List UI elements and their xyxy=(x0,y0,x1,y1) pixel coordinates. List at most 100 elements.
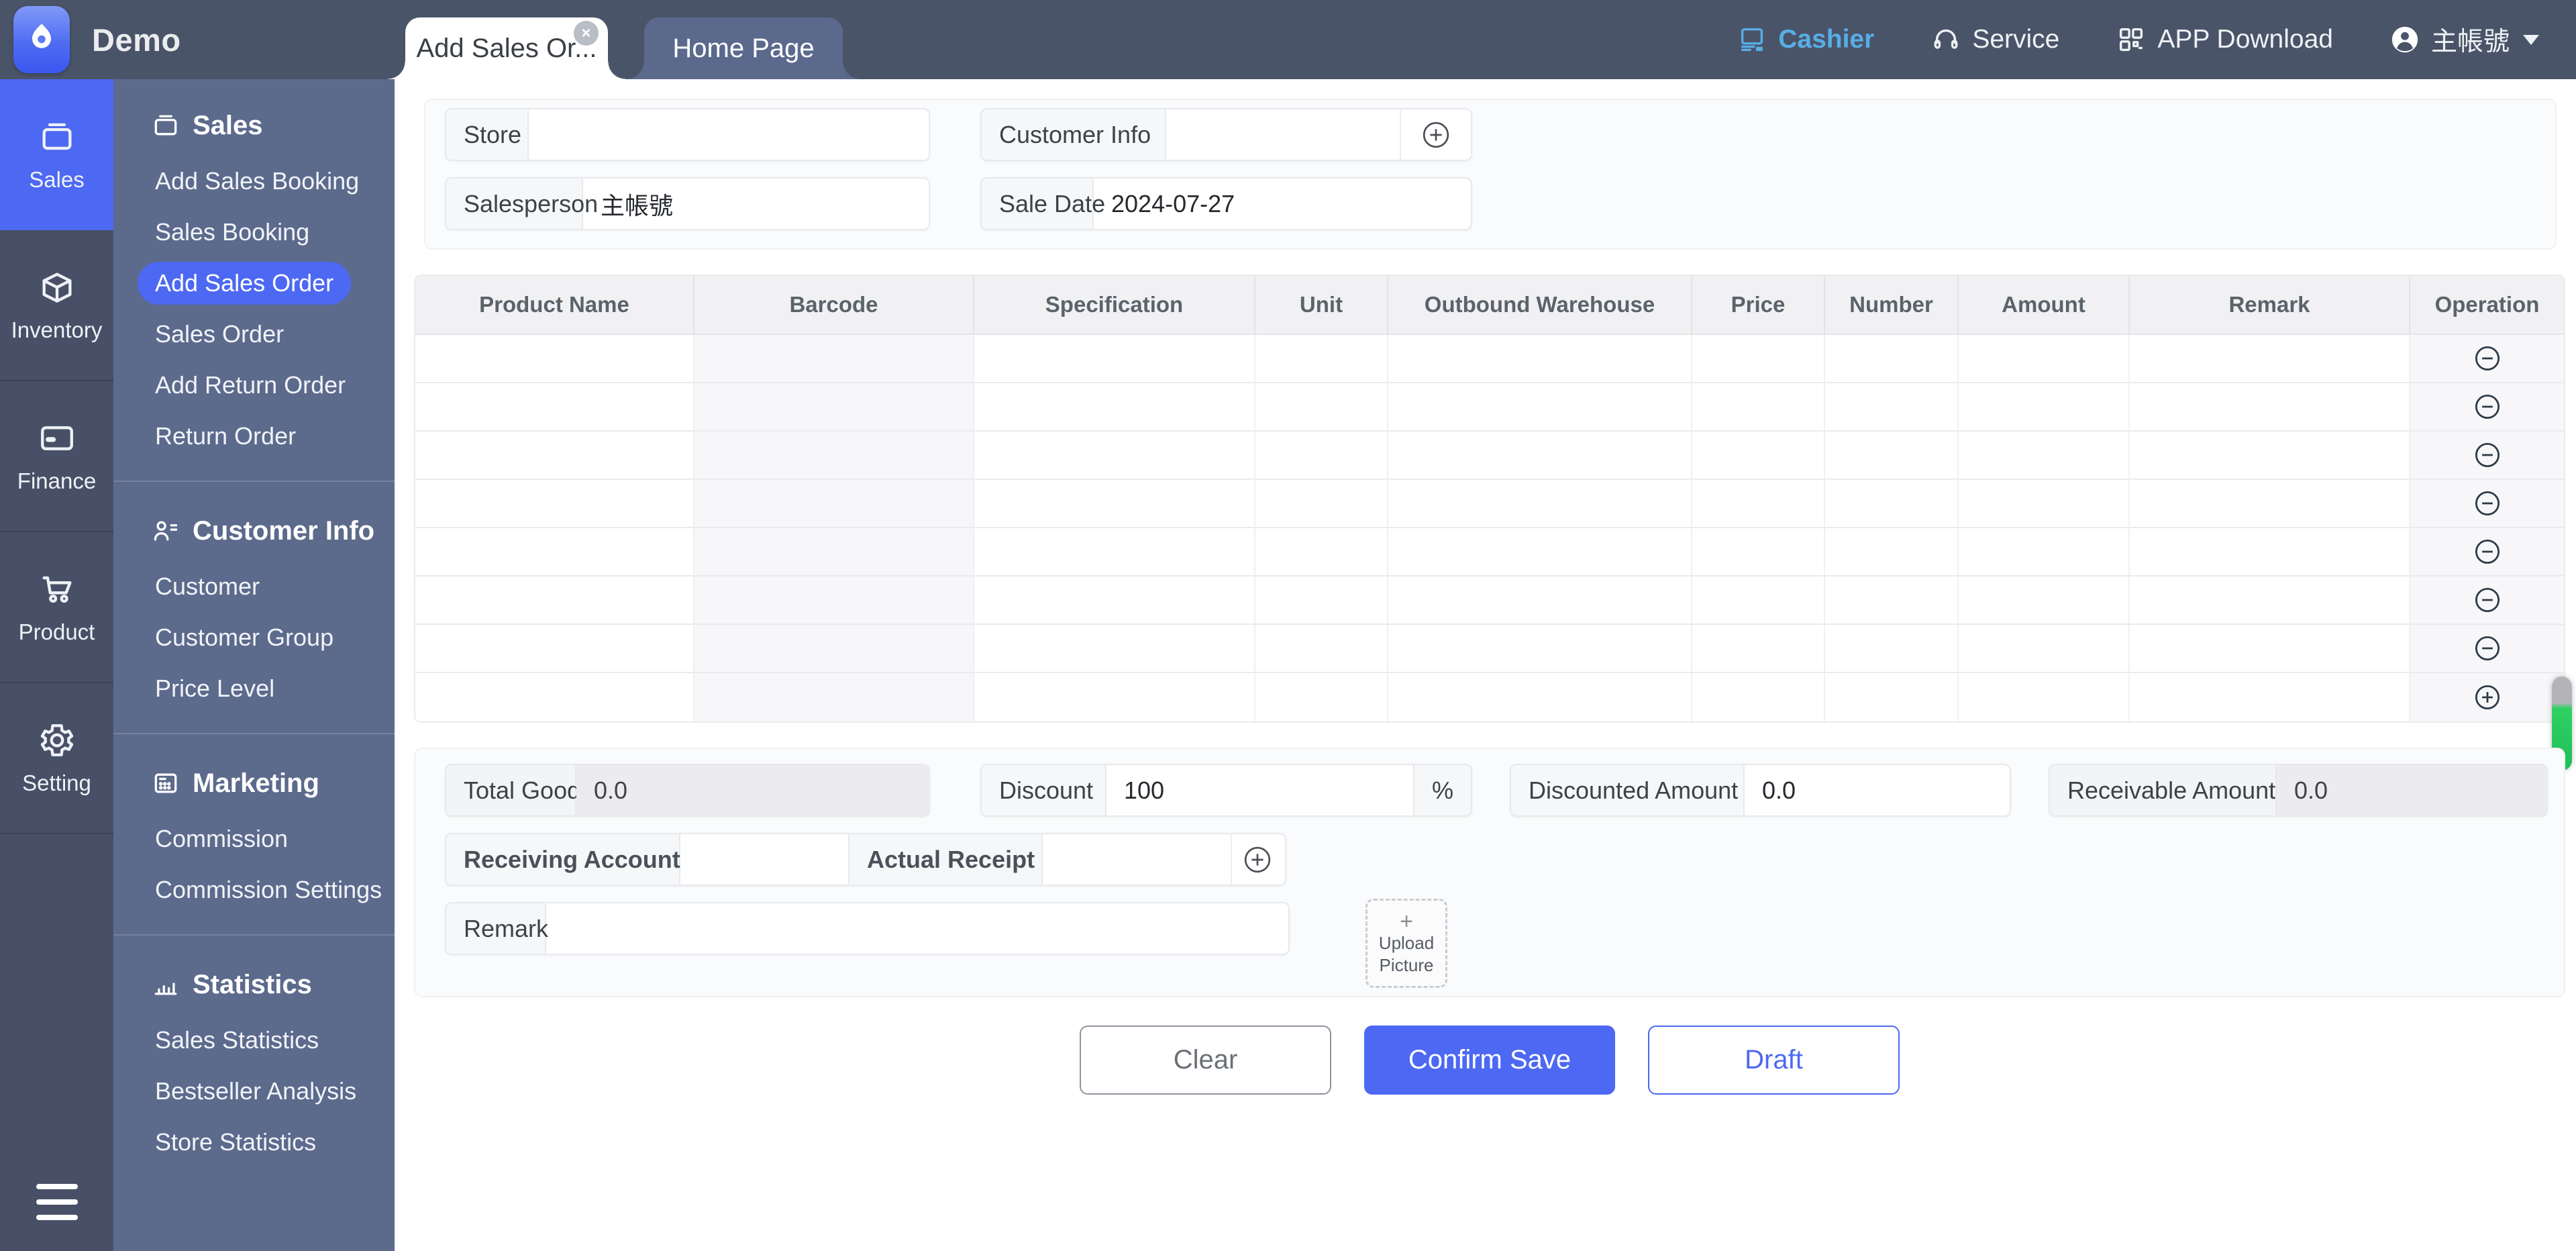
cell-number[interactable] xyxy=(1825,577,1959,625)
cell-remark[interactable] xyxy=(2130,577,2410,625)
discounted-amount-input[interactable]: 0.0 xyxy=(1745,765,2010,815)
salesperson-input[interactable]: 主帳號 xyxy=(583,179,929,229)
cell-specification[interactable] xyxy=(974,383,1255,432)
remove-row-icon[interactable] xyxy=(2473,634,2502,662)
cell-unit[interactable] xyxy=(1255,673,1388,721)
topbar-link-account[interactable]: 主帳號 xyxy=(2389,21,2539,58)
cell-remark[interactable] xyxy=(2130,383,2410,432)
submenu-item-sales-statistics[interactable]: Sales Statistics xyxy=(113,1015,395,1066)
cell-product-name[interactable] xyxy=(415,577,694,625)
cell-outbound-warehouse[interactable] xyxy=(1388,383,1692,432)
cell-amount[interactable] xyxy=(1959,528,2130,577)
cell-outbound-warehouse[interactable] xyxy=(1388,528,1692,577)
topbar-link-app-download[interactable]: APP Download xyxy=(2116,24,2333,55)
cell-unit[interactable] xyxy=(1255,480,1388,528)
cell-unit[interactable] xyxy=(1255,625,1388,673)
submenu-item-price-level[interactable]: Price Level xyxy=(113,663,395,714)
remove-row-icon[interactable] xyxy=(2473,344,2502,372)
cell-unit[interactable] xyxy=(1255,432,1388,480)
cell-price[interactable] xyxy=(1692,383,1825,432)
upload-picture-button[interactable]: + Upload Picture xyxy=(1366,899,1447,988)
cell-outbound-warehouse[interactable] xyxy=(1388,480,1692,528)
cell-remark[interactable] xyxy=(2130,673,2410,721)
cell-outbound-warehouse[interactable] xyxy=(1388,625,1692,673)
cell-outbound-warehouse[interactable] xyxy=(1388,432,1692,480)
cell-amount[interactable] xyxy=(1959,577,2130,625)
cell-amount[interactable] xyxy=(1959,432,2130,480)
sale-date-input[interactable]: 2024-07-27 xyxy=(1094,179,1471,229)
remove-row-icon[interactable] xyxy=(2473,393,2502,421)
cell-unit[interactable] xyxy=(1255,335,1388,383)
cell-number[interactable] xyxy=(1825,383,1959,432)
rail-item-inventory[interactable]: Inventory xyxy=(0,230,113,381)
topbar-link-cashier[interactable]: Cashier xyxy=(1737,24,1874,55)
cell-remark[interactable] xyxy=(2130,480,2410,528)
cell-number[interactable] xyxy=(1825,673,1959,721)
customer-info-input[interactable] xyxy=(1166,109,1400,160)
submenu-item-store-statistics[interactable]: Store Statistics xyxy=(113,1117,395,1168)
cell-product-name[interactable] xyxy=(415,335,694,383)
remove-row-icon[interactable] xyxy=(2473,489,2502,517)
draft-button[interactable]: Draft xyxy=(1648,1025,1900,1095)
remove-row-icon[interactable] xyxy=(2473,586,2502,614)
cell-number[interactable] xyxy=(1825,335,1959,383)
cell-amount[interactable] xyxy=(1959,383,2130,432)
cell-amount[interactable] xyxy=(1959,335,2130,383)
submenu-item-add-sales-booking[interactable]: Add Sales Booking xyxy=(113,156,395,207)
cell-outbound-warehouse[interactable] xyxy=(1388,335,1692,383)
rail-item-sales[interactable]: Sales xyxy=(0,79,113,230)
tab-add-sales-or-[interactable]: Add Sales Or...× xyxy=(405,17,608,79)
add-customer-button[interactable] xyxy=(1400,109,1471,160)
submenu-item-commission-settings[interactable]: Commission Settings xyxy=(113,864,395,915)
cell-specification[interactable] xyxy=(974,625,1255,673)
submenu-item-sales-order[interactable]: Sales Order xyxy=(113,309,395,360)
cell-product-name[interactable] xyxy=(415,528,694,577)
cell-remark[interactable] xyxy=(2130,432,2410,480)
tab-home-page[interactable]: Home Page xyxy=(644,17,843,79)
cell-specification[interactable] xyxy=(974,528,1255,577)
clear-button[interactable]: Clear xyxy=(1080,1025,1331,1095)
submenu-item-customer[interactable]: Customer xyxy=(113,561,395,612)
cell-unit[interactable] xyxy=(1255,577,1388,625)
remove-row-icon[interactable] xyxy=(2473,538,2502,566)
cell-unit[interactable] xyxy=(1255,383,1388,432)
cell-specification[interactable] xyxy=(974,335,1255,383)
cell-specification[interactable] xyxy=(974,480,1255,528)
cell-product-name[interactable] xyxy=(415,673,694,721)
cell-product-name[interactable] xyxy=(415,625,694,673)
remark-input[interactable] xyxy=(546,903,1288,954)
cell-price[interactable] xyxy=(1692,673,1825,721)
cell-price[interactable] xyxy=(1692,625,1825,673)
cell-price[interactable] xyxy=(1692,528,1825,577)
submenu-item-sales-booking[interactable]: Sales Booking xyxy=(113,207,395,258)
submenu-item-customer-group[interactable]: Customer Group xyxy=(113,612,395,663)
cell-specification[interactable] xyxy=(974,577,1255,625)
submenu-item-bestseller-analysis[interactable]: Bestseller Analysis xyxy=(113,1066,395,1117)
rail-item-finance[interactable]: Finance xyxy=(0,381,113,532)
confirm-save-button[interactable]: Confirm Save xyxy=(1364,1025,1615,1095)
cell-remark[interactable] xyxy=(2130,528,2410,577)
cell-remark[interactable] xyxy=(2130,625,2410,673)
submenu-item-add-sales-order[interactable]: Add Sales Order xyxy=(113,258,395,309)
receiving-account-input[interactable] xyxy=(680,834,848,885)
cell-number[interactable] xyxy=(1825,625,1959,673)
cell-price[interactable] xyxy=(1692,432,1825,480)
cell-price[interactable] xyxy=(1692,480,1825,528)
store-input[interactable] xyxy=(529,109,929,160)
cell-number[interactable] xyxy=(1825,528,1959,577)
cell-outbound-warehouse[interactable] xyxy=(1388,577,1692,625)
add-receipt-button[interactable] xyxy=(1231,834,1282,885)
rail-item-setting[interactable]: Setting xyxy=(0,683,113,834)
rail-item-product[interactable]: Product xyxy=(0,532,113,683)
cell-amount[interactable] xyxy=(1959,673,2130,721)
cell-amount[interactable] xyxy=(1959,480,2130,528)
cell-product-name[interactable] xyxy=(415,432,694,480)
collapse-menu-icon[interactable] xyxy=(0,1184,113,1220)
submenu-item-return-order[interactable]: Return Order xyxy=(113,411,395,462)
cell-amount[interactable] xyxy=(1959,625,2130,673)
cell-number[interactable] xyxy=(1825,480,1959,528)
cell-product-name[interactable] xyxy=(415,383,694,432)
cell-outbound-warehouse[interactable] xyxy=(1388,673,1692,721)
topbar-link-service[interactable]: Service xyxy=(1930,24,2059,55)
submenu-item-add-return-order[interactable]: Add Return Order xyxy=(113,360,395,411)
